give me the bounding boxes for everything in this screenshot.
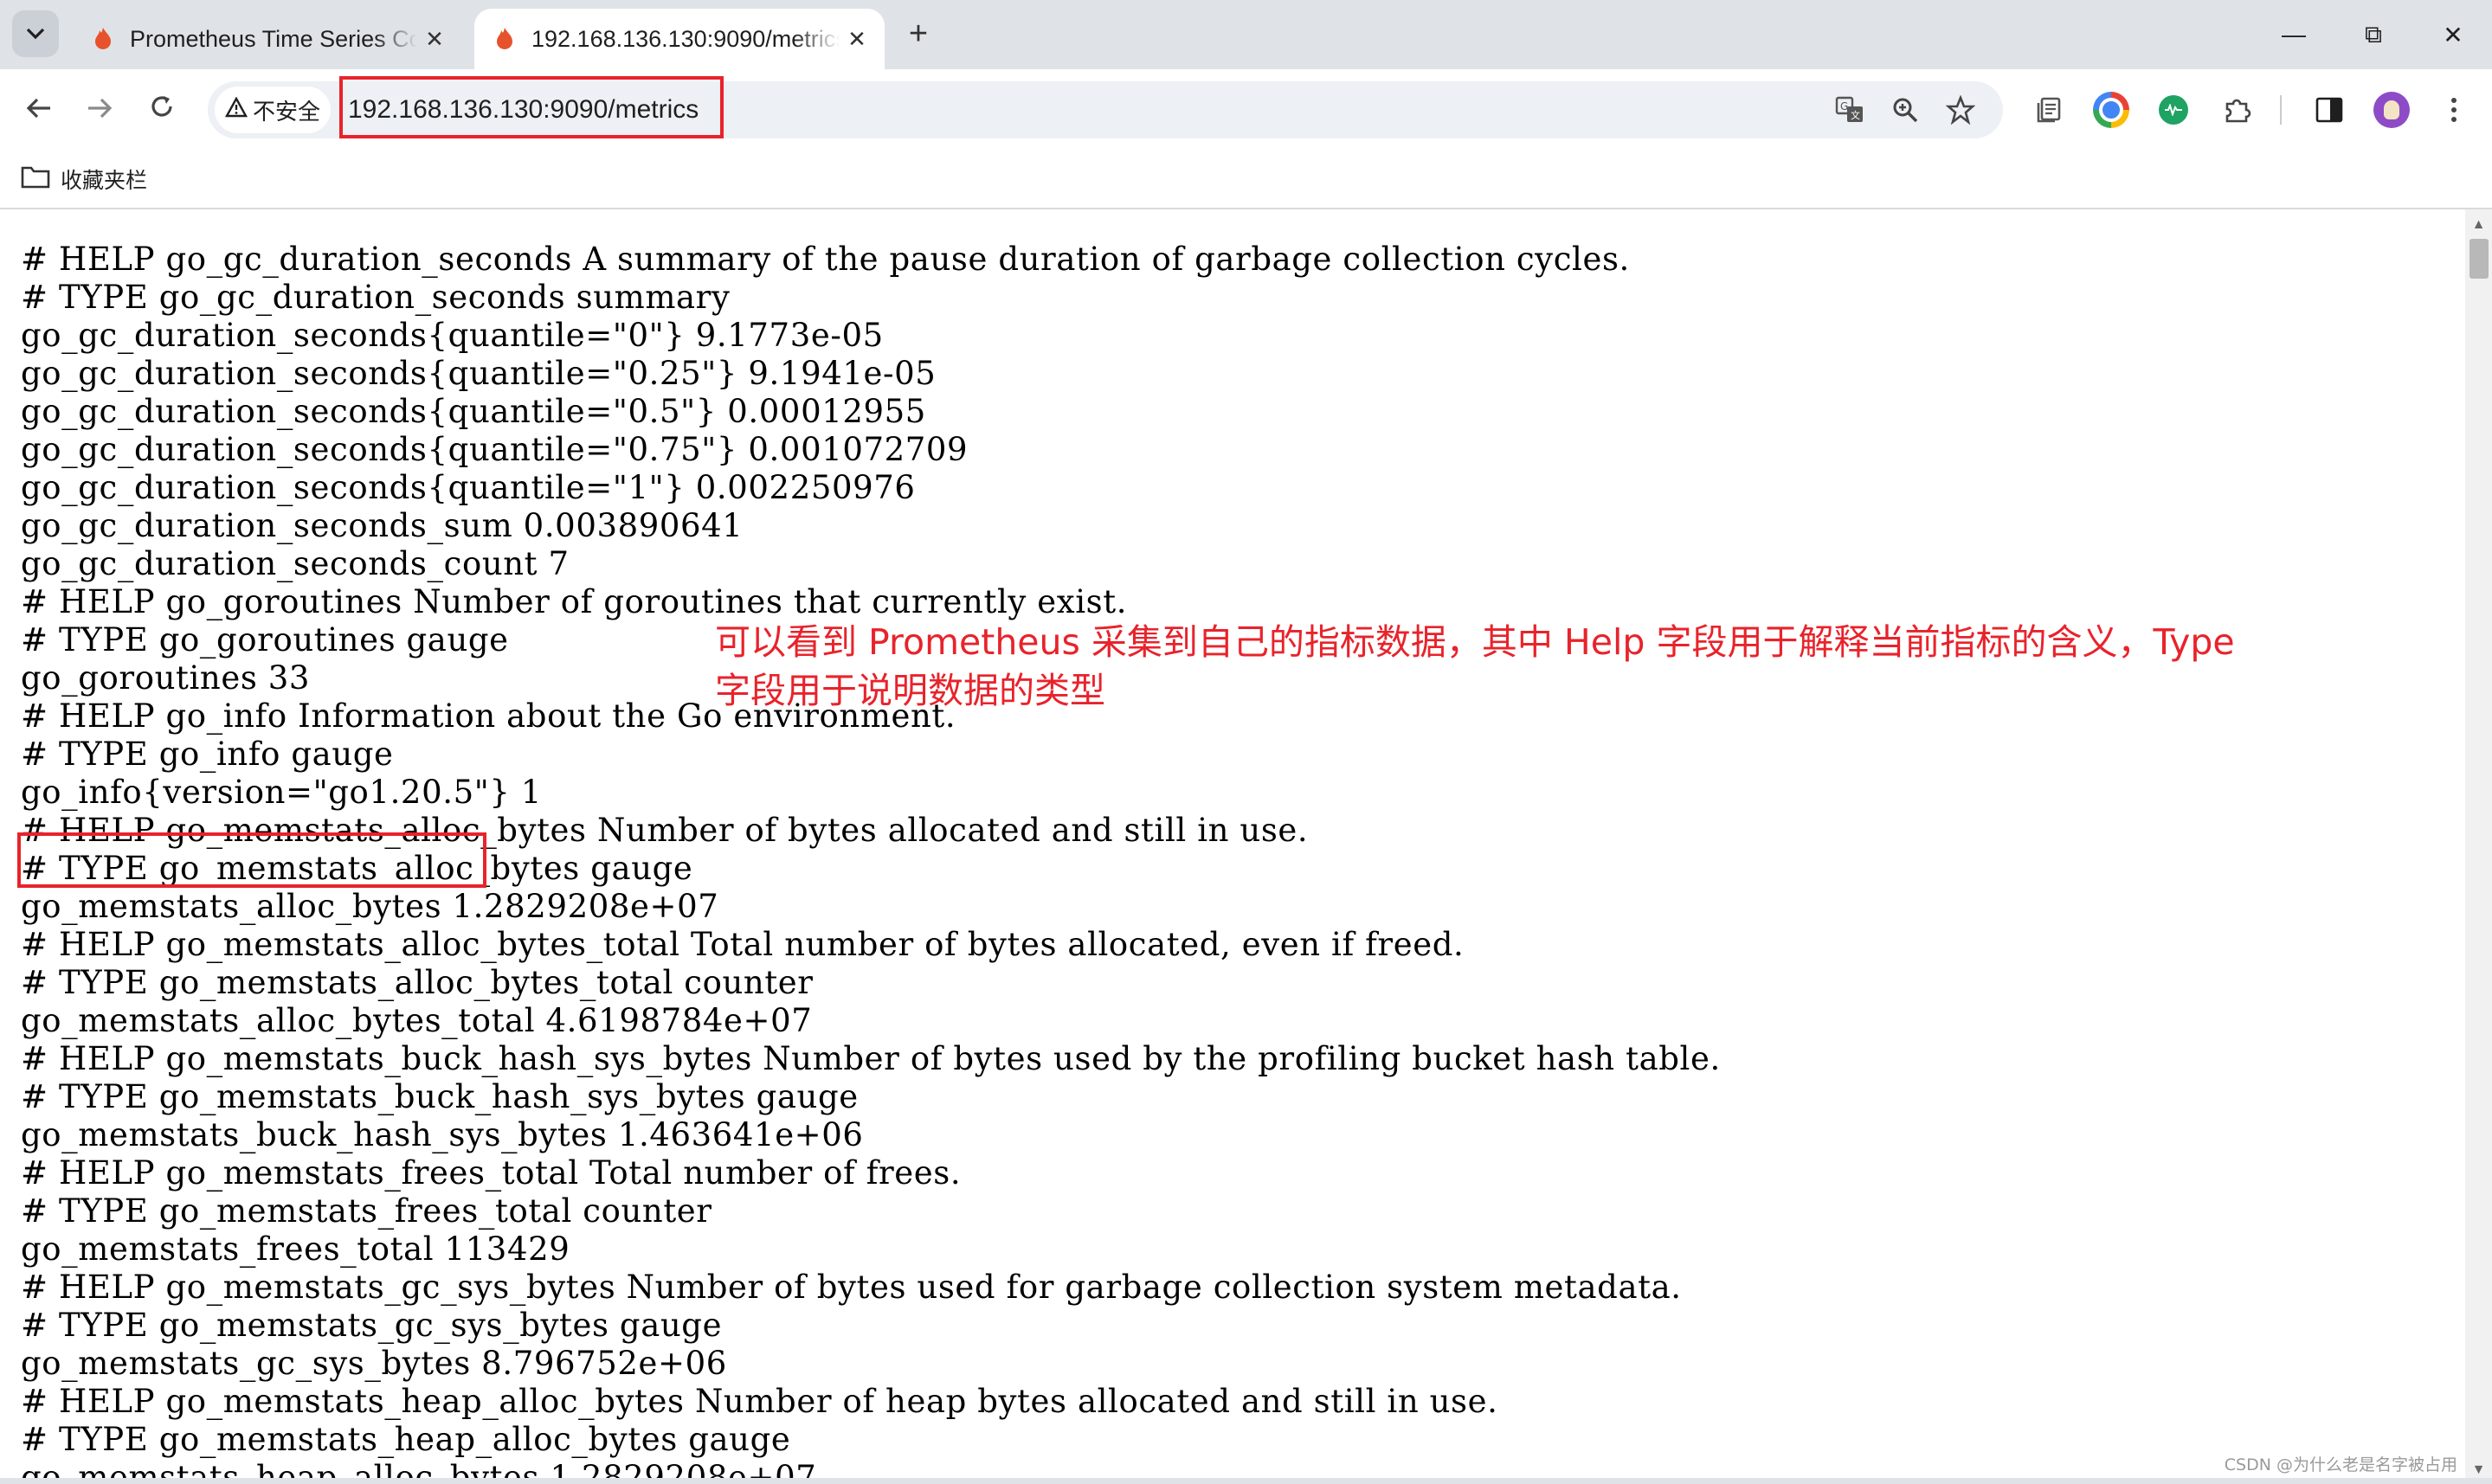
folder-icon [21,164,61,195]
metric-line: # HELP go_memstats_heap_alloc_bytes Numb… [21,1383,1498,1420]
window-close-button[interactable]: ✕ [2413,0,2492,69]
vertical-scrollbar[interactable]: ▲ ▼ [2465,209,2492,1484]
metric-line: go_memstats_buck_hash_sys_bytes 1.463641… [21,1116,864,1153]
metric-line: go_gc_duration_seconds_sum 0.003890641 [21,507,744,544]
tab-prometheus[interactable]: Prometheus Time Series Colle ✕ [73,9,462,69]
metric-line: # HELP go_memstats_alloc_bytes_total Tot… [21,926,1465,963]
magnifier-icon[interactable] [1883,88,1927,132]
puzzle-extensions-icon[interactable] [2214,87,2261,133]
security-label: 不安全 [252,98,320,125]
metric-line: go_gc_duration_seconds{quantile="0.25"} … [21,355,937,392]
url-highlight-box [339,76,724,138]
metric-line: go_memstats_alloc_bytes_total 4.6198784e… [21,1002,813,1039]
restore-button[interactable]: ⧉ [2334,0,2413,69]
metric-line: # TYPE go_info gauge [21,736,394,773]
bookmarks-folder[interactable]: 收藏夹栏 [21,161,147,197]
bookmarks-folder-label: 收藏夹栏 [61,169,148,193]
prometheus-flame-icon [492,26,518,52]
scroll-up-arrow[interactable]: ▲ [2465,215,2492,235]
metric-line: go_gc_duration_seconds_count 7 [21,545,570,582]
metric-line: go_info{version="go1.20.5"} 1 [21,774,542,811]
metric-line: # HELP go_memstats_buck_hash_sys_bytes N… [21,1040,1721,1077]
metric-line: go_gc_duration_seconds{quantile="0.5"} 0… [21,393,926,430]
warning-triangle-icon [224,96,248,124]
toolbar-separator [2280,95,2282,125]
metric-line: # TYPE go_memstats_alloc_bytes_total cou… [21,964,814,1001]
arrow-left-icon [26,93,52,127]
watermark: CSDN @为什么老是名字被占用 [2224,1455,2457,1474]
tab-metrics[interactable]: 192.168.136.130:9090/metrics ✕ [474,9,885,69]
metric-line: # HELP go_gc_duration_seconds A summary … [21,241,1630,278]
new-tab-button[interactable]: + [897,12,940,55]
annotation-text: 可以看到 Prometheus 采集到自己的指标数据，其中 Help 字段用于解… [715,618,2290,715]
svg-text:文: 文 [1851,109,1860,121]
reload-icon [149,93,175,127]
page-content: # HELP go_gc_duration_seconds A summary … [0,209,2465,1484]
arrow-right-icon [87,93,113,127]
metric-line: # TYPE go_memstats_buck_hash_sys_bytes g… [21,1078,859,1115]
prometheus-flame-icon [90,26,116,52]
bookmarks-bar: 收藏夹栏 [0,151,2492,209]
metric-line: go_memstats_gc_sys_bytes 8.796752e+06 [21,1345,727,1382]
metric-line: go_gc_duration_seconds{quantile="1"} 0.0… [21,469,916,506]
close-icon[interactable]: ✕ [417,22,452,56]
metric-line: # TYPE go_memstats_frees_total counter [21,1192,712,1230]
type-line-highlight-box [17,832,486,888]
metric-line: go_memstats_alloc_bytes 1.2829208e+07 [21,888,719,925]
plus-icon: + [908,15,929,52]
svg-text:G: G [1840,100,1848,112]
forward-button[interactable] [76,87,123,133]
chevron-down-icon [26,22,45,46]
restore-icon: ⧉ [2365,20,2382,48]
minimize-icon: — [2282,21,2306,48]
reload-button[interactable] [138,87,185,133]
metric-line: # TYPE go_gc_duration_seconds summary [21,279,731,316]
tab-title: 192.168.136.130:9090/metrics [531,25,840,52]
close-icon: ✕ [2443,21,2463,48]
metric-line: go_gc_duration_seconds{quantile="0.75"} … [21,431,969,468]
annotation-line-1: 可以看到 Prometheus 采集到自己的指标数据，其中 Help 字段用于解… [715,621,2235,663]
back-button[interactable] [16,87,62,133]
colorful-extension-icon[interactable] [2088,87,2135,133]
metric-line: # HELP go_memstats_frees_total Total num… [21,1154,962,1192]
metric-line: go_memstats_frees_total 113429 [21,1230,570,1268]
tab-strip: Prometheus Time Series Colle ✕ 192.168.1… [0,0,2492,69]
tab-groups-icon[interactable] [2025,87,2072,133]
minimize-button[interactable]: — [2254,0,2334,69]
metric-line: # HELP go_goroutines Number of goroutine… [21,583,1128,620]
star-icon[interactable] [1939,88,1982,132]
green-extension-icon[interactable] [2150,87,2197,133]
tab-title: Prometheus Time Series Colle [130,25,417,52]
security-chip[interactable]: 不安全 [215,87,331,133]
menu-kebab-icon[interactable] [2431,87,2477,133]
metric-line: go_gc_duration_seconds{quantile="0"} 9.1… [21,317,884,354]
side-panel-icon[interactable] [2306,87,2353,133]
metric-line: # TYPE go_memstats_heap_alloc_bytes gaug… [21,1421,791,1458]
annotation-line-2: 字段用于说明数据的类型 [715,670,1105,711]
metric-line: # HELP go_memstats_gc_sys_bytes Number o… [21,1269,1682,1306]
metric-line: # TYPE go_memstats_gc_sys_bytes gauge [21,1307,723,1344]
window-bottom-edge [0,1478,2492,1484]
tab-search-button[interactable] [12,10,59,57]
profile-avatar[interactable] [2368,87,2415,133]
close-icon[interactable]: ✕ [840,22,874,56]
scroll-thumb[interactable] [2469,239,2489,279]
translate-icon[interactable]: G文 [1828,88,1871,132]
